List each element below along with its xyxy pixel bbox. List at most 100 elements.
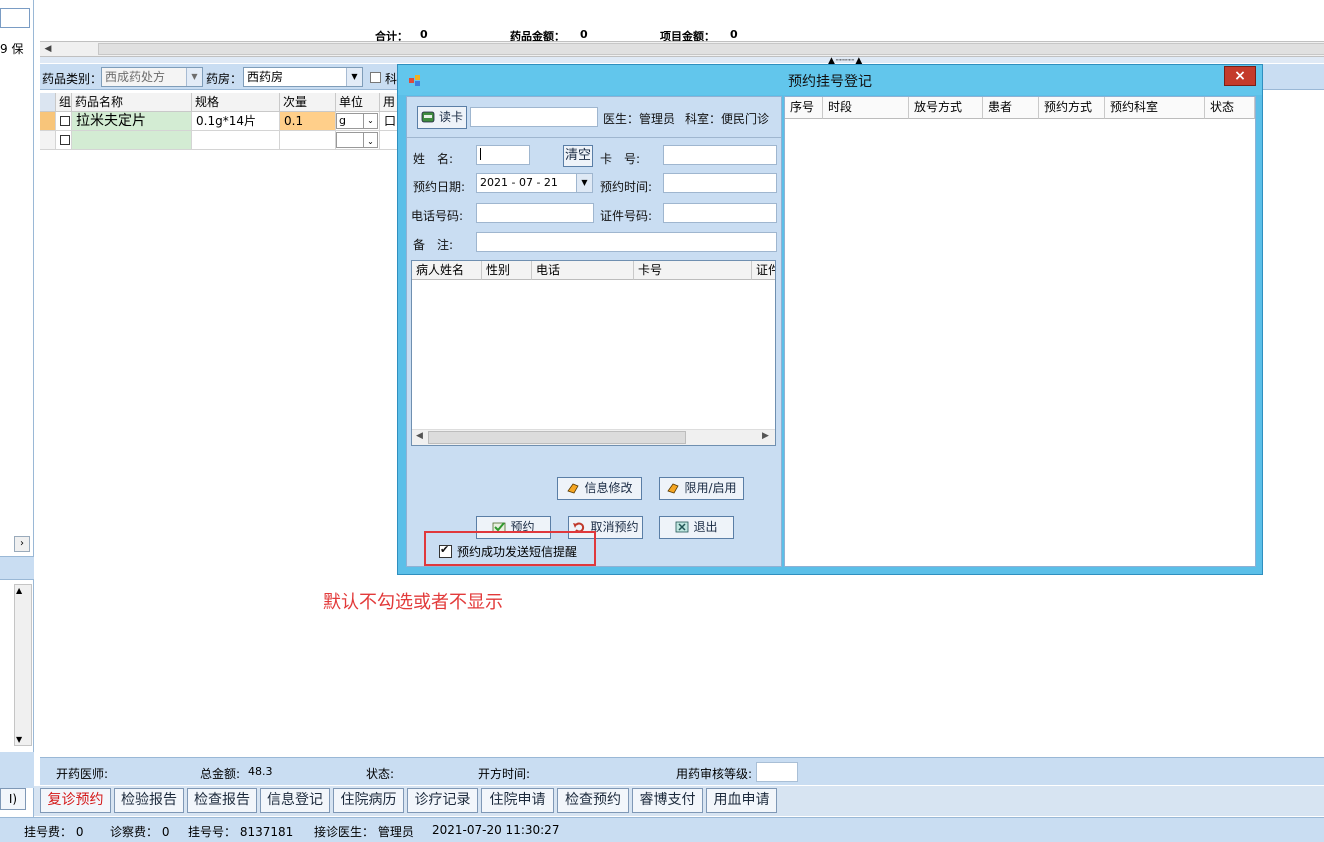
card-no-input[interactable] (663, 145, 777, 165)
registration-form-panel: 读卡 医生： 管理员 科室： 便民门诊 姓 名: 清空 卡 号: 预约日期: 2… (406, 96, 782, 567)
drug-amount-value: 0 (580, 28, 588, 41)
remark-input[interactable] (476, 232, 777, 252)
tab-info-register[interactable]: 信息登记 (260, 788, 330, 813)
unit-select[interactable]: ⌄ (336, 132, 378, 148)
appt-time-input[interactable] (663, 173, 777, 193)
tab-ruibo-payment[interactable]: 睿博支付 (632, 788, 703, 813)
tab-admission-request[interactable]: 住院申请 (481, 788, 554, 813)
left-scroll-right-button[interactable]: › (14, 536, 30, 552)
rt-header-seq: 序号 (785, 97, 823, 119)
tab-exam-appointment[interactable]: 检查预约 (557, 788, 629, 813)
tab-follow-up-appointment[interactable]: 复诊预约 (40, 788, 111, 813)
left-vertical-scrollbar[interactable]: ▲ ▼ (14, 584, 32, 746)
drug-name-cell[interactable]: 拉米夫定片 (72, 112, 192, 131)
patient-table: 病人姓名 性别 电话 卡号 证件 ◀ ▶ (411, 260, 776, 446)
cancel-book-label: 取消预约 (590, 520, 639, 534)
id-no-input[interactable] (663, 203, 777, 223)
appt-date-label: 预约日期: (413, 180, 466, 194)
row-group-check[interactable] (56, 112, 72, 131)
status-label: 状态: (366, 767, 395, 781)
remark-label: 备 注: (413, 238, 454, 252)
rt-header-dept: 预约科室 (1105, 97, 1205, 119)
left-panel-text: 9 保 (0, 42, 24, 56)
top-horizontal-scrollbar[interactable]: ◀ (40, 41, 1324, 57)
dialog-title-bar[interactable]: 预约挂号登记 × (398, 65, 1262, 95)
drug-dose-cell[interactable]: 0.1 (280, 112, 336, 131)
drug-spec-cell[interactable] (192, 131, 280, 150)
attending-doctor: 接诊医生： 管理员 (314, 825, 414, 839)
appt-date-picker[interactable]: 2021 - 07 - 21 ▼ (476, 173, 593, 193)
name-input[interactable] (476, 145, 530, 165)
row-group-check[interactable] (56, 131, 72, 150)
chevron-down-icon[interactable]: ▼ (346, 68, 362, 86)
annotation-text: 默认不勾选或者不显示 (323, 592, 503, 613)
grid-header-unit: 单位 (336, 93, 380, 112)
close-button[interactable]: × (1224, 66, 1256, 86)
prescribe-time-label: 开方时间: (478, 767, 531, 781)
pharmacy-select[interactable]: 西药房 ▼ (243, 67, 363, 87)
read-card-label: 读卡 (438, 110, 463, 124)
eraser-icon (667, 483, 680, 494)
row-indicator[interactable] (40, 112, 56, 131)
dept-checkbox[interactable] (370, 72, 381, 83)
grid-header-group: 组 (56, 93, 72, 112)
phone-input[interactable] (476, 203, 594, 223)
left-tab-stub[interactable]: I) (0, 788, 26, 810)
pt-header-phone: 电话 (532, 261, 634, 280)
scroll-left-icon[interactable]: ◀ (40, 42, 56, 56)
tab-treatment-record[interactable]: 诊疗记录 (407, 788, 478, 813)
card-read-input[interactable] (470, 107, 598, 127)
splitter[interactable] (40, 57, 1324, 63)
left-top-input[interactable] (0, 8, 30, 28)
drug-dose-cell[interactable] (280, 131, 336, 150)
dept-checkbox-label: 科 (385, 72, 398, 86)
tab-inpatient-record[interactable]: 住院病历 (333, 788, 404, 813)
appointment-list-table: 序号 时段 放号方式 患者 预约方式 预约科室 状态 (784, 96, 1256, 567)
rt-header-release: 放号方式 (909, 97, 983, 119)
scroll-left-icon[interactable]: ◀ (416, 431, 423, 441)
group-checkbox[interactable] (60, 116, 70, 126)
audit-level-label: 用药审核等级: (676, 767, 753, 781)
audit-level-input[interactable] (756, 762, 798, 782)
chevron-down-icon[interactable]: ⌄ (363, 114, 377, 128)
chevron-down-icon[interactable]: ▼ (186, 68, 202, 86)
scroll-thumb[interactable] (98, 43, 1324, 55)
calendar-dropdown-icon[interactable]: ▼ (576, 174, 592, 192)
grid-corner (40, 93, 56, 112)
scroll-down-icon[interactable]: ▼ (16, 735, 22, 744)
card-reader-icon (421, 111, 435, 123)
doctor-value: 管理员 (639, 112, 676, 126)
scroll-up-icon[interactable]: ▲ (16, 586, 22, 595)
limit-enable-button[interactable]: 限用/启用 (659, 477, 744, 500)
total-value: 0 (420, 28, 428, 41)
tab-lab-report[interactable]: 检验报告 (114, 788, 184, 813)
highlight-box (424, 531, 596, 566)
registration-fee: 挂号费： 0 (24, 825, 84, 839)
scroll-thumb[interactable] (428, 431, 686, 444)
drug-category-label: 药品类别： (42, 72, 103, 86)
dept-label: 科室： (685, 112, 722, 126)
exit-button[interactable]: 退出 (659, 516, 734, 539)
drug-category-select[interactable]: 西成药处方 ▼ (101, 67, 203, 87)
read-card-button[interactable]: 读卡 (417, 106, 467, 129)
tab-exam-report[interactable]: 检查报告 (187, 788, 257, 813)
group-checkbox[interactable] (60, 135, 70, 145)
drug-name-cell[interactable] (72, 131, 192, 150)
item-amount-value: 0 (730, 28, 738, 41)
drug-grid: 组 药品名称 规格 次量 单位 用 拉米夫定片 0.1g*14片 0.1 g ⌄ … (40, 93, 420, 153)
clear-button[interactable]: 清空 (563, 145, 593, 167)
limit-enable-label: 限用/启用 (684, 481, 737, 495)
drug-unit-cell[interactable]: g ⌄ (336, 112, 380, 131)
scroll-right-icon[interactable]: ▶ (762, 431, 769, 441)
drug-unit-cell[interactable]: ⌄ (336, 131, 380, 150)
drug-spec-cell[interactable]: 0.1g*14片 (192, 112, 280, 131)
patient-table-scrollbar[interactable]: ◀ ▶ (412, 429, 775, 445)
row-indicator[interactable] (40, 131, 56, 150)
tab-blood-request[interactable]: 用血申请 (706, 788, 777, 813)
total-amount-label: 总金额: (200, 767, 241, 781)
appt-date-value: 2021 - 07 - 21 (480, 176, 558, 189)
info-edit-button[interactable]: 信息修改 (557, 477, 642, 500)
chevron-down-icon[interactable]: ⌄ (363, 133, 377, 147)
unit-select[interactable]: g ⌄ (336, 113, 378, 129)
phone-label: 电话号码: (411, 209, 464, 223)
